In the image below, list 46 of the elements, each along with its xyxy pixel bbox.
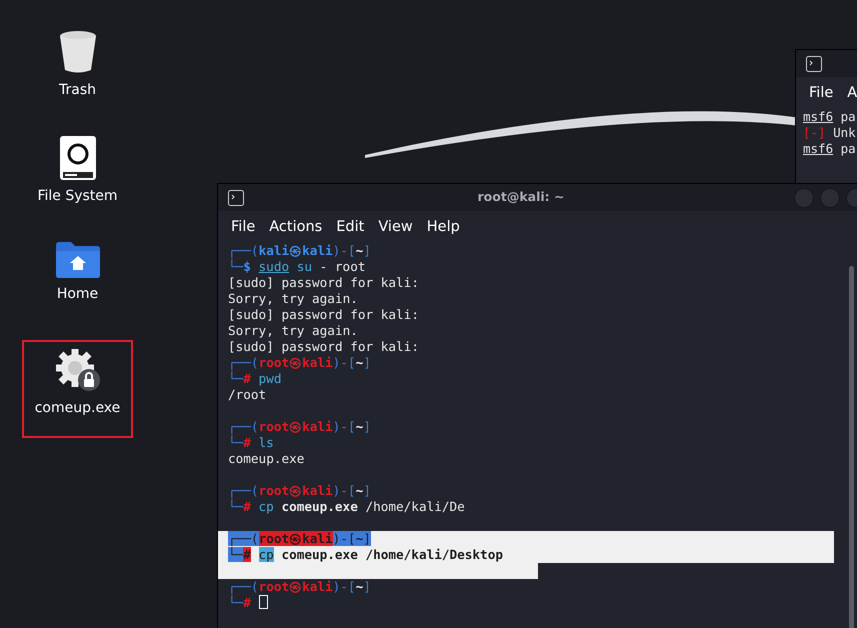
terminal-line: ┌──(kali㉿kali)-[~] — [228, 243, 371, 259]
menu-item[interactable]: File — [224, 215, 262, 239]
maximize-button[interactable] — [820, 188, 840, 208]
terminal-line: Sorry, try again. — [228, 323, 358, 339]
desktop-icon[interactable]: File System — [22, 128, 133, 226]
scrollbar[interactable] — [849, 266, 854, 628]
terminal-line: ┌──(root㉿kali)-[~] — [228, 579, 371, 595]
menu-item[interactable]: A — [840, 81, 857, 105]
terminal-icon — [806, 56, 822, 72]
terminal-line: msf6 pa — [803, 141, 856, 157]
desktop-icon[interactable]: Trash — [22, 22, 133, 120]
terminal-line: Sorry, try again. — [228, 291, 358, 307]
terminal-line: [sudo] password for kali: — [228, 307, 419, 323]
menu-item[interactable]: File — [802, 81, 840, 105]
terminal-line: ┌──(root㉿kali)-[~] — [228, 355, 371, 371]
text-cursor — [258, 595, 268, 609]
icon-label: Home — [56, 285, 98, 304]
terminal-line: ┌──(root㉿kali)-[~] — [228, 483, 371, 499]
terminal-icon — [228, 190, 244, 206]
icon-label: comeup.exe — [34, 399, 120, 418]
terminal-line: └─# — [228, 595, 268, 611]
trash-icon — [58, 30, 98, 74]
terminal-line: └─# cp comeup.exe /home/kali/De — [228, 499, 465, 515]
home-folder-icon — [56, 242, 100, 278]
icon-label: Trash — [59, 81, 96, 100]
locked-gear-icon — [54, 348, 100, 392]
terminal-line: comeup.exe — [228, 451, 304, 467]
menu-item[interactable]: View — [371, 215, 420, 239]
menu-item[interactable]: Help — [420, 215, 467, 239]
menu-item[interactable]: Actions — [262, 215, 330, 239]
window-title: root@kali: ~ — [476, 188, 566, 206]
drive-icon — [60, 136, 96, 180]
terminal-line: msf6 pa — [803, 109, 856, 125]
terminal-line: [sudo] password for kali: — [228, 339, 419, 355]
terminal-line: └─$ sudo su - root — [228, 259, 366, 275]
desktop-icon[interactable]: comeup.exe — [22, 340, 133, 438]
terminal-line: └─# ls — [228, 435, 274, 451]
terminal-line: ┌──(root㉿kali)-[~] — [228, 419, 371, 435]
minimize-button[interactable] — [794, 188, 814, 208]
terminal-line: [sudo] password for kali: — [228, 275, 419, 291]
terminal-line: [-] Unk — [803, 125, 856, 141]
menu-item[interactable]: Edit — [329, 215, 372, 239]
terminal-line: /root — [228, 387, 266, 403]
terminal-line: └─# pwd — [228, 371, 282, 387]
icon-label: File System — [37, 187, 118, 206]
desktop-icon[interactable]: Home — [22, 234, 133, 332]
